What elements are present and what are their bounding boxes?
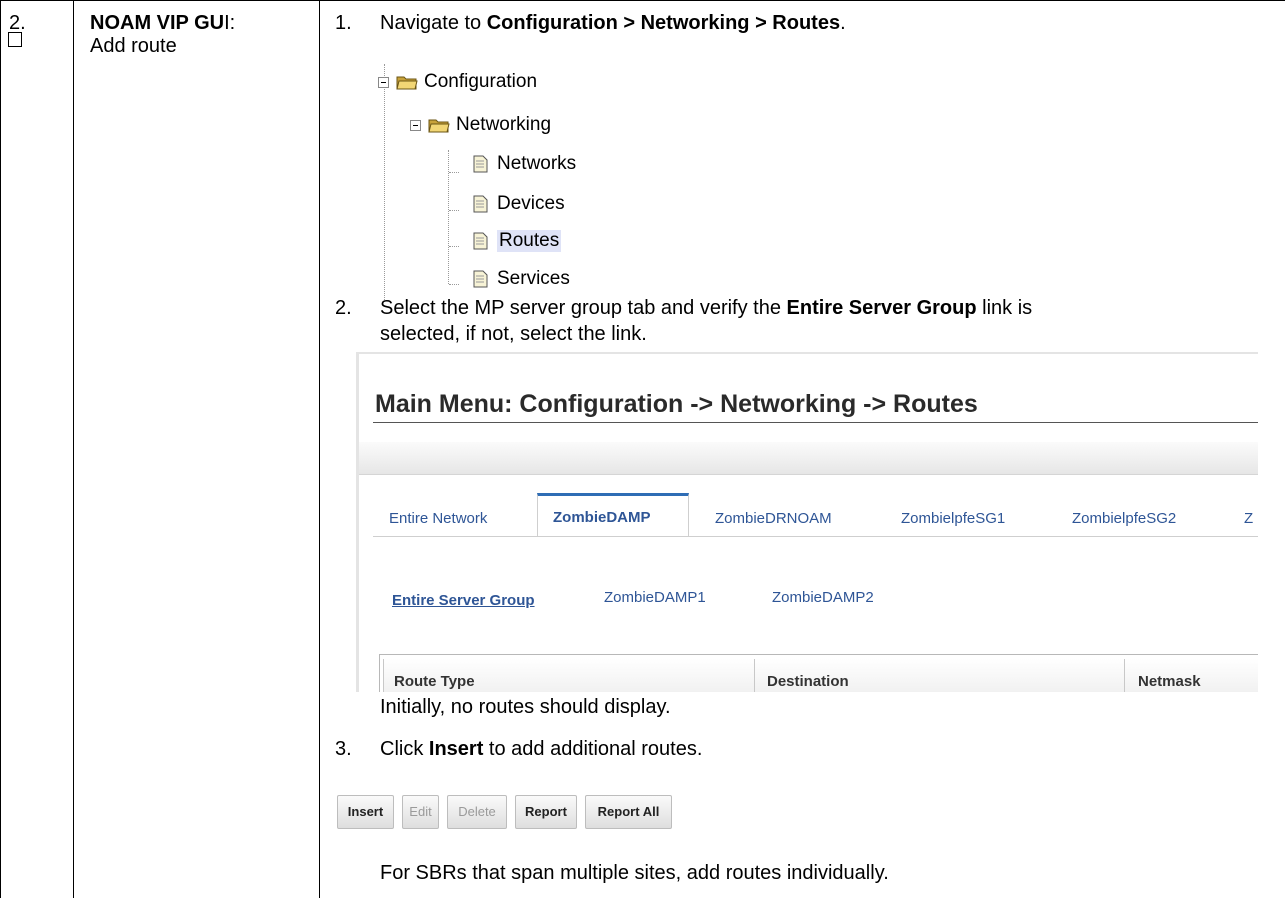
step-title: NOAM VIP GUI: (90, 11, 235, 35)
table-top-border (0, 0, 1285, 1)
report-all-button[interactable]: Report All (585, 795, 672, 829)
tree-node-routes[interactable]: Routes (473, 230, 562, 252)
column-destination[interactable]: Destination (767, 673, 849, 690)
tab-zombielpfesg1[interactable]: ZombielpfeSG1 (901, 510, 1005, 527)
page-icon (473, 155, 488, 173)
note-initial-routes: Initially, no routes should display. (380, 696, 671, 718)
tab-zombiedrnoam[interactable]: ZombieDRNOAM (715, 510, 832, 527)
table-col-divider-2 (319, 0, 320, 898)
step-subtitle: Add route (90, 35, 177, 57)
tree-guide (449, 172, 459, 173)
tree-label-networks: Networks (497, 153, 577, 174)
tree-label-devices: Devices (497, 193, 565, 214)
instruction-1-pre: Navigate to (380, 12, 487, 34)
page-icon (473, 195, 488, 213)
step-title-rest: I: (224, 12, 236, 34)
table-col-divider-1 (73, 0, 74, 898)
tab-label: ZombieDAMP (553, 509, 651, 526)
instruction-2-pre: Select the MP server group tab and verif… (380, 297, 787, 319)
instruction-1-text: Navigate to Configuration > Networking >… (380, 11, 846, 35)
instruction-1-number: 1. (335, 12, 352, 34)
tab-entire-network[interactable]: Entire Network (389, 510, 487, 527)
step-checkbox[interactable] (8, 32, 22, 47)
note-sbr-sites: For SBRs that span multiple sites, add r… (380, 862, 889, 884)
instruction-1-path: Configuration > Networking > Routes (486, 12, 841, 34)
column-route-type[interactable]: Route Type (394, 673, 475, 690)
tree-label-configuration: Configuration (424, 71, 538, 92)
tree-guide (384, 64, 385, 300)
collapse-icon[interactable] (378, 76, 389, 88)
tab-zombiedamp[interactable]: ZombieDAMP (537, 493, 689, 537)
insert-button[interactable]: Insert (337, 795, 394, 829)
page-icon (473, 232, 488, 250)
tab-overflow[interactable]: Z (1244, 510, 1253, 527)
instruction-2-line-1: Select the MP server group tab and verif… (380, 296, 1032, 320)
instruction-2-bold: Entire Server Group (786, 297, 977, 319)
tree-guide (448, 150, 449, 284)
tree-node-configuration[interactable]: Configuration (378, 71, 537, 93)
tree-guide (449, 210, 459, 211)
instruction-2-line-2: selected, if not, select the link. (380, 323, 647, 345)
tree-node-services[interactable]: Services (473, 268, 570, 290)
report-button[interactable]: Report (515, 795, 577, 829)
instruction-3-bold: Insert (428, 738, 484, 760)
subtab-zombiedamp2[interactable]: ZombieDAMP2 (772, 589, 874, 606)
tree-label-services: Services (497, 268, 570, 289)
tree-node-networks[interactable]: Networks (473, 153, 576, 175)
tree-label-routes: Routes (497, 230, 562, 252)
instruction-3-text: Click Insert to add additional routes. (380, 737, 702, 761)
collapse-icon[interactable] (410, 119, 421, 131)
instruction-2-post: link is (976, 297, 1033, 319)
tab-zombielpfesg2[interactable]: ZombielpfeSG2 (1072, 510, 1176, 527)
delete-button[interactable]: Delete (447, 795, 507, 829)
column-separator (754, 659, 755, 692)
column-separator (1124, 659, 1125, 692)
tree-node-devices[interactable]: Devices (473, 193, 565, 215)
title-rule (373, 422, 1258, 423)
tree-label-networking: Networking (456, 114, 552, 135)
instruction-1-post: . (840, 12, 846, 34)
open-folder-icon (396, 76, 418, 90)
table-border-left (0, 0, 1, 898)
subtab-zombiedamp1[interactable]: ZombieDAMP1 (604, 589, 706, 606)
subtab-entire-server-group[interactable]: Entire Server Group (392, 592, 535, 609)
instruction-3-pre: Click (380, 738, 429, 760)
screen-title: Main Menu: Configuration -> Networking -… (375, 390, 978, 418)
step-title-bold: NOAM VIP GU (90, 12, 225, 34)
instruction-2-number: 2. (335, 297, 352, 319)
page-icon (473, 270, 488, 288)
routes-screenshot: Main Menu: Configuration -> Networking -… (356, 352, 1258, 692)
edit-button[interactable]: Edit (402, 795, 439, 829)
tree-guide (449, 284, 459, 285)
tree-node-networking[interactable]: Networking (410, 114, 551, 136)
toolbar-strip (359, 442, 1258, 475)
tree-guide (449, 246, 459, 247)
tabs-baseline (373, 536, 1258, 537)
open-folder-icon (428, 119, 450, 133)
instruction-3-number: 3. (335, 738, 352, 760)
column-netmask[interactable]: Netmask (1138, 673, 1201, 690)
instruction-3-post: to add additional routes. (483, 738, 703, 760)
